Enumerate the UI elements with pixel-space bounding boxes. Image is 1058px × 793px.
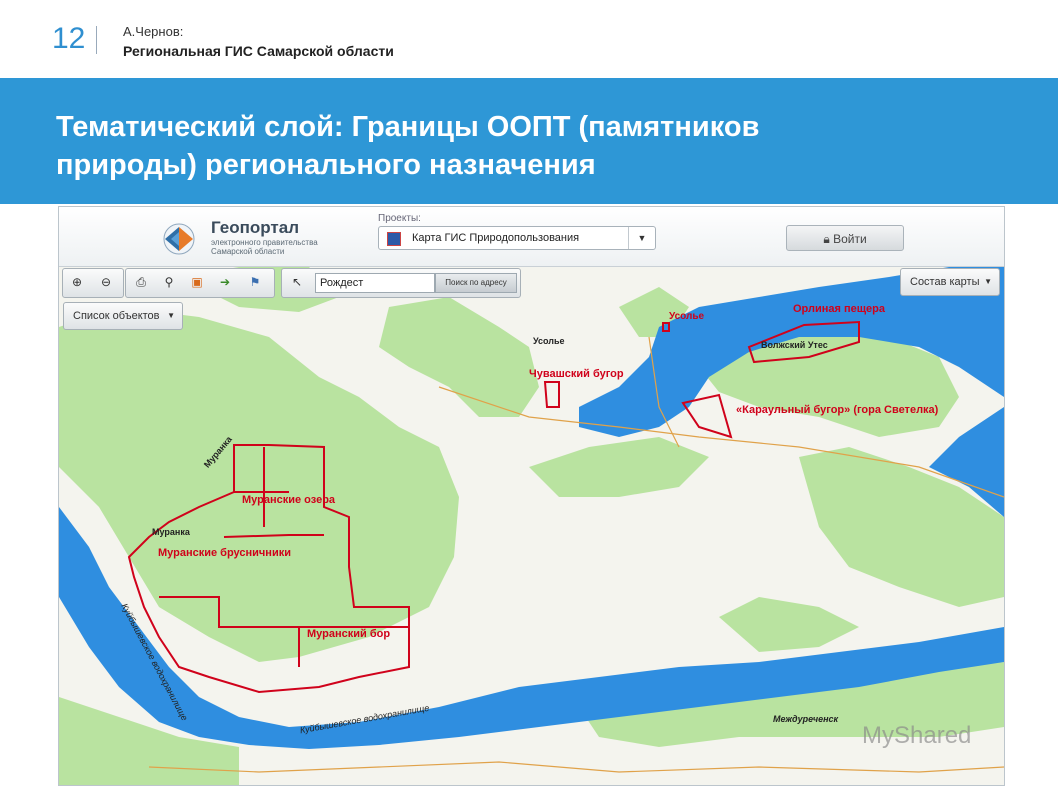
slide-title-line-1: Тематический слой: Границы ООПТ (памятни… bbox=[56, 111, 760, 143]
layers-button[interactable]: Состав карты ▼ bbox=[900, 268, 1000, 296]
select-icon[interactable]: ↖ bbox=[288, 273, 306, 291]
layers-button-label: Состав карты bbox=[910, 276, 980, 288]
label-usolye: Усолье bbox=[533, 336, 565, 346]
login-label: Войти bbox=[833, 232, 867, 246]
address-search-button[interactable]: Поиск по адресу bbox=[435, 273, 517, 293]
geoportal-logo-name: Геопортал bbox=[211, 218, 300, 237]
label-orlinaya-peshchera: Орлиная пещера bbox=[793, 303, 885, 315]
author: А.Чернов: bbox=[123, 24, 184, 39]
geoportal-screenshot: Геопортал электронного правительства Сам… bbox=[58, 206, 1005, 786]
export-icon[interactable]: ➔ bbox=[216, 273, 234, 291]
dropdown-arrow-icon: ▼ bbox=[984, 277, 992, 286]
objects-list-button[interactable]: Список объектов ▼ bbox=[63, 302, 183, 330]
address-search-input[interactable]: Рождест bbox=[315, 273, 435, 293]
geoportal-header: Геопортал электронного правительства Сам… bbox=[59, 207, 1004, 267]
label-usolye-red: Усолье bbox=[669, 311, 705, 322]
zoom-in-icon[interactable]: ⊕ bbox=[68, 273, 86, 291]
label-chuvashskiy-bugor: Чувашский бугор bbox=[529, 368, 624, 380]
projects-label: Проекты: bbox=[378, 213, 421, 224]
watermark: MyShared bbox=[862, 722, 972, 749]
slide-title: Тематический слой: Границы ООПТ (памятни… bbox=[56, 108, 956, 184]
login-button[interactable]: 🔒︎ Войти bbox=[786, 225, 904, 251]
dropdown-arrow-icon: ▼ bbox=[167, 311, 175, 320]
region-flag-icon bbox=[387, 232, 401, 246]
label-muranskie-ozera: Муранские озера bbox=[242, 494, 336, 506]
add-layer-icon[interactable]: ▣ bbox=[188, 273, 206, 291]
slide-header: 12 А.Чернов: Региональная ГИС Самарской … bbox=[0, 0, 1058, 78]
link-icon[interactable]: ⚲ bbox=[160, 273, 178, 291]
zoom-toolbar: ⊕ ⊖ bbox=[62, 268, 124, 298]
geoportal-logo-subtitle: электронного правительства Самарской обл… bbox=[211, 238, 318, 256]
label-muranka-town: Муранка bbox=[152, 527, 190, 537]
label-volzhskiy-utes: Волжский Утес bbox=[761, 340, 828, 350]
project-select[interactable]: Карта ГИС Природопользования ▼ bbox=[378, 226, 656, 250]
label-karaulny-bugor: «Караульный бугор» (гора Светелка) bbox=[736, 404, 939, 416]
label-mezhdurechensk: Междуреченск bbox=[773, 714, 839, 724]
geoportal-logo-icon bbox=[163, 223, 195, 255]
project-selected-value: Карта ГИС Природопользования bbox=[412, 232, 580, 244]
pin-icon[interactable]: ⚑ bbox=[246, 273, 264, 291]
tools-toolbar: ⎙ ⚲ ▣ ➔ ⚑ bbox=[125, 268, 275, 298]
label-muranskie-brusnichniki: Муранские брусничники bbox=[158, 547, 291, 559]
objects-list-label: Список объектов bbox=[73, 310, 160, 322]
lock-icon: 🔒︎ bbox=[823, 232, 834, 246]
slide-title-line-2: природы) регионального назначения bbox=[56, 149, 596, 181]
slide-subtitle: Региональная ГИС Самарской области bbox=[123, 43, 394, 59]
zoom-out-icon[interactable]: ⊖ bbox=[97, 273, 115, 291]
label-muranskiy-bor: Муранский бор bbox=[307, 628, 391, 640]
print-icon[interactable]: ⎙ bbox=[132, 273, 150, 291]
number-divider bbox=[96, 26, 97, 54]
slide-number: 12 bbox=[52, 22, 86, 55]
map-canvas[interactable] bbox=[59, 267, 1004, 785]
dropdown-arrow-icon: ▼ bbox=[628, 227, 655, 249]
